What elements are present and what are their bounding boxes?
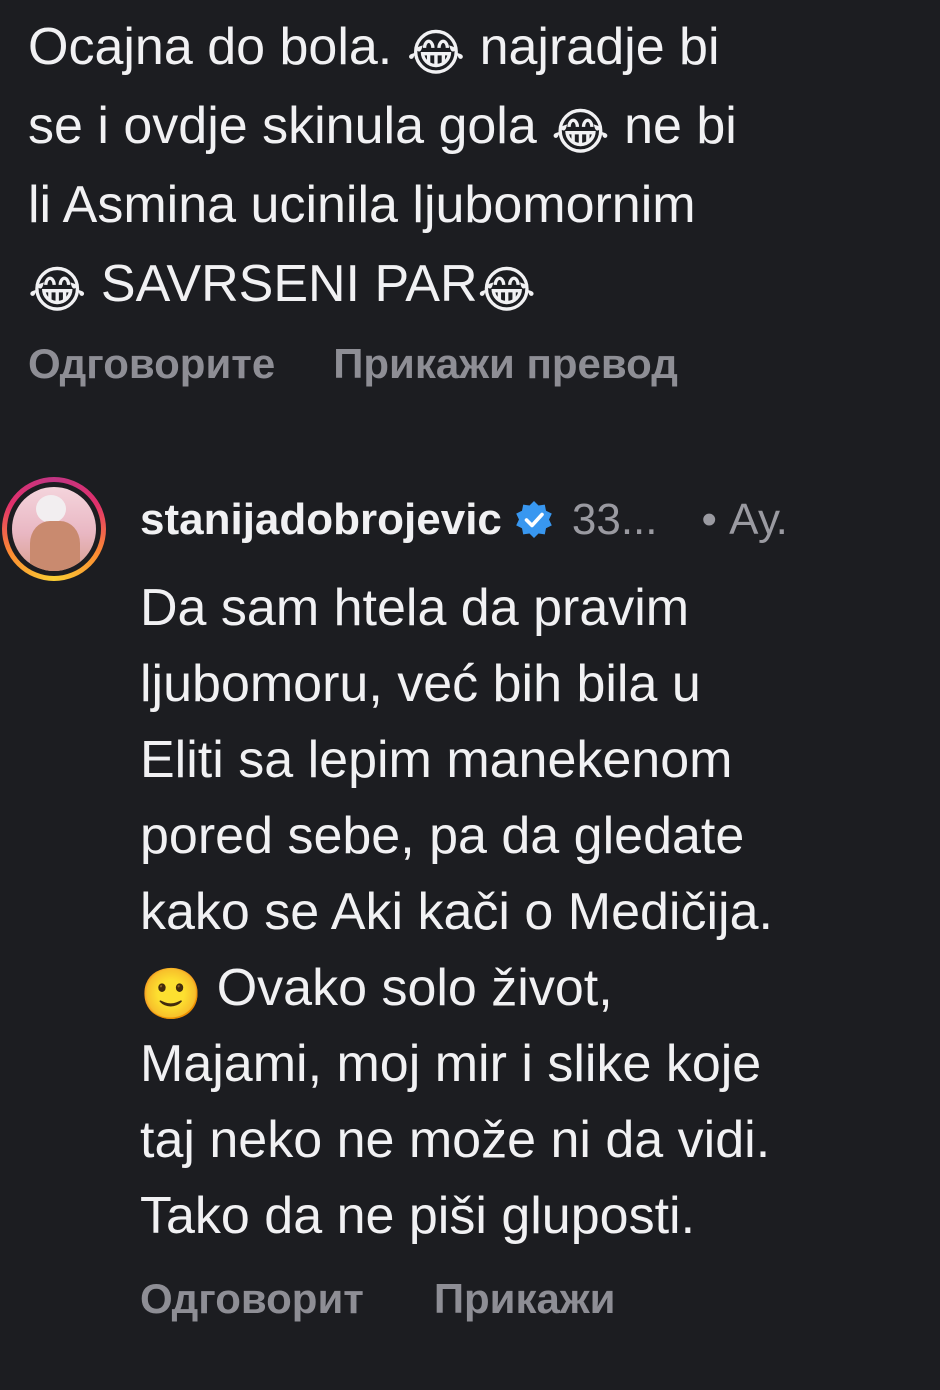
tears-of-joy-emoji-icon: 😂 — [406, 24, 466, 82]
show-translation-button[interactable]: Прикажи превод — [333, 340, 678, 388]
text-segment: najradje bi — [465, 18, 720, 76]
first-comment-actions: Одговорите Прикажи превод — [28, 340, 678, 388]
text-segment: ne bi — [609, 97, 737, 155]
verified-badge-icon — [516, 501, 552, 538]
tears-of-joy-emoji-icon: 😂 — [28, 261, 87, 319]
comment-line: Tako da ne piši gluposti. — [140, 1187, 696, 1245]
comment-line: Eliti sa lepim manekenom — [140, 731, 733, 789]
avatar-body-shape — [30, 521, 80, 571]
comment-line: 🙂 Ovako solo život, — [140, 950, 773, 1026]
comment-line: 😂 SAVRSENI PAR😂 — [28, 245, 928, 324]
avatar[interactable] — [2, 477, 106, 581]
reply-comment-actions: Одговорит Прикажи — [140, 1275, 615, 1323]
slightly-smiling-emoji-icon: 🙂 — [140, 965, 203, 1023]
text-segment: se i ovdje skinula gola — [28, 97, 552, 155]
username-link[interactable]: stanijadobrojevic — [140, 495, 502, 544]
avatar-hair-shape — [36, 495, 66, 523]
tears-of-joy-emoji-icon: 😂 — [551, 103, 610, 161]
comment-line: se i ovdje skinula gola 😂 ne bi — [28, 87, 928, 166]
reply-comment-text: Da sam htela da pravim ljubomoru, već bi… — [140, 570, 773, 1254]
show-translation-button[interactable]: Прикажи — [434, 1275, 616, 1323]
reply-button[interactable]: Одговорит — [140, 1275, 364, 1323]
reply-header: stanijadobrojevic 33... • Ау. — [140, 490, 788, 550]
comment-line: ljubomoru, već bih bila u — [140, 655, 701, 713]
comment-line: pored sebe, pa da gledate — [140, 807, 745, 865]
comment-line: kako se Aki kači o Medičija. — [140, 883, 773, 941]
avatar-photo — [12, 487, 96, 571]
text-segment: Ovako solo život, — [202, 959, 613, 1017]
comment-meta-extra: • Ау. — [701, 495, 788, 544]
comment-line: Majami, moj mir i slike koje — [140, 1035, 762, 1093]
tears-of-joy-emoji-icon: 😂 — [477, 261, 536, 319]
text-segment: Ocajna do bola. — [28, 18, 407, 76]
text-segment: li Asmina ucinila ljubomornim — [28, 176, 696, 234]
comments-screen: Ocajna do bola. 😂 najradje bi se i ovdje… — [0, 0, 940, 1390]
comment-line: taj neko ne može ni da vidi. — [140, 1111, 771, 1169]
reply-button[interactable]: Одговорите — [28, 340, 275, 388]
comment-line: Ocajna do bola. 😂 najradje bi — [28, 8, 928, 87]
comment-line: li Asmina ucinila ljubomornim — [28, 166, 928, 245]
comment-line: Da sam htela da pravim — [140, 579, 690, 637]
text-segment: SAVRSENI PAR — [86, 255, 478, 313]
avatar-ring-gap — [7, 482, 101, 576]
comment-time: 33... — [571, 495, 658, 544]
first-comment-text: Ocajna do bola. 😂 najradje bi se i ovdje… — [28, 8, 928, 324]
